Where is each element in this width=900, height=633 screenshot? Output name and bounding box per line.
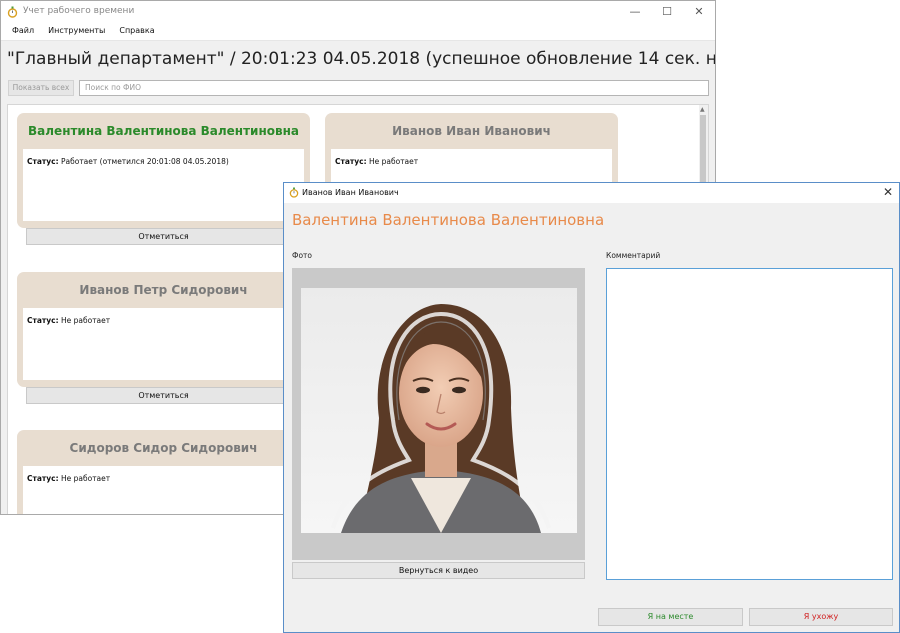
leave-button[interactable]: Я ухожу [749, 608, 893, 626]
status-label: Статус: [335, 157, 367, 166]
employee-photo [301, 288, 577, 533]
employee-name: Сидоров Сидор Сидорович [69, 441, 258, 455]
dialog-title: Иванов Иван Иванович [302, 188, 399, 197]
menu-help[interactable]: Справка [112, 23, 161, 40]
checkin-button[interactable]: Отметиться [26, 387, 301, 404]
employee-name: Валентина Валентинова Валентиновна [28, 124, 299, 138]
status-label: Статус: [27, 474, 59, 483]
close-button[interactable]: ✕ [683, 1, 715, 23]
employee-dialog: Иванов Иван Иванович ✕ Валентина Валенти… [283, 182, 900, 633]
minimize-button[interactable]: — [619, 1, 651, 23]
employee-card: Сидоров Сидор Сидорович Статус: Не работ… [17, 430, 310, 514]
status-label: Статус: [27, 316, 59, 325]
status-line: Статус: Не работает [27, 474, 110, 483]
employee-status-panel: Статус: Не работает [23, 308, 304, 380]
here-button[interactable]: Я на месте [598, 608, 743, 626]
dialog-titlebar: Иванов Иван Иванович ✕ [284, 183, 899, 203]
status-value: Не работает [60, 474, 111, 483]
employee-status-panel: Статус: Работает (отметился 20:01:08 04.… [23, 149, 304, 221]
status-line: Статус: Не работает [335, 157, 418, 166]
menu-tools[interactable]: Инструменты [41, 23, 112, 40]
timer-icon [289, 187, 299, 198]
status-value: Не работает [368, 157, 419, 166]
maximize-button[interactable]: ☐ [651, 1, 683, 23]
comment-label: Комментарий [606, 251, 661, 260]
status-line: Статус: Не работает [27, 316, 110, 325]
status-line: Статус: Работает (отметился 20:01:08 04.… [27, 157, 229, 166]
comment-textarea[interactable] [606, 268, 893, 580]
menubar: Файл Инструменты Справка [1, 23, 715, 41]
search-input[interactable]: Поиск по ФИО [79, 80, 709, 96]
employee-name: Иванов Иван Иванович [392, 124, 551, 138]
photo-label: Фото [292, 251, 313, 260]
timer-icon [7, 6, 18, 18]
person-name: Валентина Валентинова Валентиновна [292, 211, 605, 229]
page-title: "Главный департамент" / 20:01:23 04.05.2… [7, 49, 716, 69]
checkin-button[interactable]: Отметиться [26, 228, 301, 245]
employee-status-panel: Статус: Не работает [23, 466, 304, 514]
photo-frame [292, 268, 585, 560]
titlebar: Учет рабочего времени — ☐ ✕ [1, 1, 715, 23]
scroll-up-icon[interactable]: ▲ [700, 106, 705, 113]
dialog-close-button[interactable]: ✕ [883, 185, 893, 199]
employee-name: Иванов Петр Сидорович [79, 283, 248, 297]
status-value: Не работает [60, 316, 111, 325]
employee-card: Иванов Петр Сидорович Статус: Не работае… [17, 272, 310, 404]
status-label: Статус: [27, 157, 59, 166]
status-value: Работает (отметился 20:01:08 04.05.2018) [60, 157, 229, 166]
menu-file[interactable]: Файл [5, 23, 41, 40]
show-all-button[interactable]: Показать всех [8, 80, 74, 96]
window-title: Учет рабочего времени [23, 6, 135, 16]
employee-card: Валентина Валентинова Валентиновна Стату… [17, 113, 310, 245]
back-to-video-button[interactable]: Вернуться к видео [292, 562, 585, 579]
